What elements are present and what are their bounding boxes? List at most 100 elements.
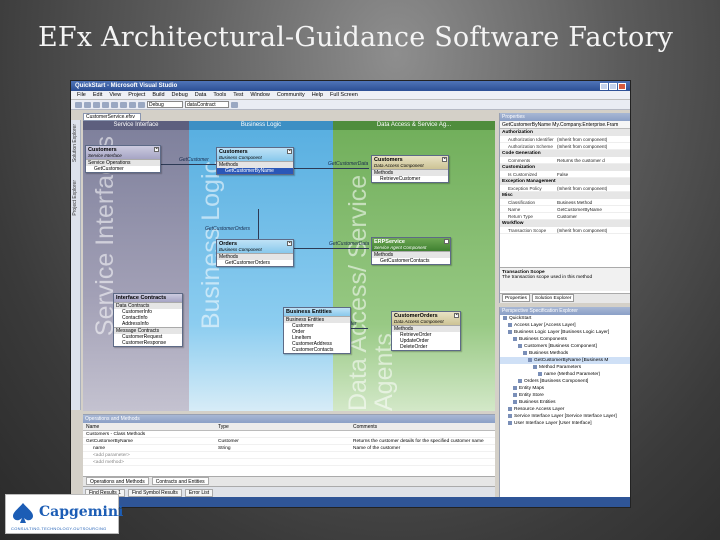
tree-node[interactable]: Method Parameters — [500, 364, 630, 371]
copy-icon[interactable] — [111, 101, 118, 108]
interface-contracts-shape[interactable]: Interface Contracts Data Contracts Custo… — [113, 293, 183, 347]
property-category[interactable]: Misc — [500, 192, 630, 199]
property-row[interactable]: Exception Policy (Inherit from component) — [500, 185, 630, 192]
entity-item[interactable]: CustomerContacts — [284, 347, 350, 353]
tree-node[interactable]: Business Logic Layer [Business Logic Lay… — [500, 329, 630, 336]
open-icon[interactable] — [84, 101, 91, 108]
section-header[interactable]: Methods — [372, 169, 448, 176]
menu-help[interactable]: Help — [312, 92, 323, 98]
document-tab[interactable]: CustomerService.efxv — [83, 113, 141, 121]
contract-item[interactable]: CustomerResponse — [114, 340, 182, 346]
start-debug-icon[interactable] — [138, 101, 145, 108]
method-item-selected[interactable]: GetCustomerByName — [217, 168, 293, 174]
erp-service-shape[interactable]: ERPService Service Agent Component ⌃ Metho… — [371, 237, 451, 265]
collapse-icon[interactable]: ⌃ — [454, 313, 459, 318]
table-row[interactable]: <add parameter> — [83, 452, 495, 459]
property-row[interactable]: Classification Business Method — [500, 199, 630, 206]
property-value[interactable]: Business Method — [555, 199, 630, 205]
property-row[interactable]: Return Type Customer — [500, 213, 630, 220]
tab-project-explorer[interactable]: Project Explorer — [72, 180, 78, 216]
save-icon[interactable] — [93, 101, 100, 108]
table-row[interactable]: GetCustomerByName Customer Returns the cus… — [83, 438, 495, 445]
customers-business-shape[interactable]: Customers Business Component ⌃ Methods Get… — [216, 147, 294, 175]
section-header[interactable]: Service Operations — [86, 159, 160, 166]
tree-node[interactable]: Service Interface Layer [Service Interfa… — [500, 413, 630, 420]
tree-node[interactable]: QuickStart — [500, 315, 630, 322]
menu-edit[interactable]: Edit — [93, 92, 102, 98]
menu-window[interactable]: Window — [250, 92, 270, 98]
property-category[interactable]: Authorization — [500, 129, 630, 136]
property-value[interactable]: Customer — [555, 213, 630, 219]
column-header-comments[interactable]: Comments — [350, 423, 495, 430]
menu-project[interactable]: Project — [128, 92, 145, 98]
tab-error-list[interactable]: Error List — [184, 488, 214, 497]
config-select[interactable]: Debug — [147, 101, 183, 108]
tree-node[interactable]: Business Entities — [500, 399, 630, 406]
method-item[interactable]: DeleteOrder — [392, 344, 460, 350]
menu-test[interactable]: Test — [233, 92, 243, 98]
method-item[interactable]: GetCustomerOrders — [217, 260, 293, 266]
operation-item[interactable]: GetCustomer — [86, 166, 160, 172]
section-header[interactable]: Methods — [372, 251, 450, 258]
find-combo[interactable]: dataContract — [185, 101, 229, 108]
tab-properties[interactable]: Properties — [502, 294, 530, 302]
menu-build[interactable]: Build — [152, 92, 164, 98]
section-header[interactable]: Data Contracts — [114, 302, 182, 309]
menu-tools[interactable]: Tools — [213, 92, 226, 98]
orders-business-shape[interactable]: Orders Business Component ⌃ Methods GetCus… — [216, 239, 294, 267]
property-value[interactable]: (Inherit from component) — [555, 143, 630, 149]
connector[interactable] — [293, 248, 369, 249]
section-header[interactable]: Methods — [217, 253, 293, 260]
table-row[interactable]: Customers - Class Methods — [83, 431, 495, 438]
menu-community[interactable]: Community — [277, 92, 305, 98]
property-value[interactable]: (Inherit from component) — [555, 185, 630, 191]
table-row[interactable]: <add method> — [83, 459, 495, 466]
property-value[interactable]: (Inherit from component) — [555, 227, 630, 233]
menu-file[interactable]: File — [77, 92, 86, 98]
tree-node[interactable]: Business Components — [500, 336, 630, 343]
property-category[interactable]: Code Generation — [500, 150, 630, 157]
property-row[interactable]: Comments Returns the customer d — [500, 157, 630, 164]
tab-contracts[interactable]: Contracts and Entities — [151, 477, 209, 485]
section-header[interactable]: Business Entities — [284, 316, 350, 323]
property-row[interactable]: Transaction Scope (Inherit from component… — [500, 227, 630, 234]
tree-node[interactable]: Entity Store — [500, 392, 630, 399]
collapse-icon[interactable]: ⌃ — [287, 149, 292, 154]
method-item[interactable]: GetCustomerContacts — [372, 258, 450, 264]
collapse-icon[interactable]: ⌃ — [287, 241, 292, 246]
tree-node[interactable]: Customers [Business Component] — [500, 343, 630, 350]
customers-service-shape[interactable]: Customers Service Interface ⌃ Service Oper… — [85, 145, 161, 173]
property-row[interactable]: Name GetCustomerByName — [500, 206, 630, 213]
tree-node[interactable]: User Interface Layer [User Interface] — [500, 420, 630, 427]
maximize-icon[interactable] — [609, 82, 617, 90]
connector[interactable] — [258, 209, 259, 239]
menu-view[interactable]: View — [109, 92, 121, 98]
property-category[interactable]: Customization — [500, 164, 630, 171]
tab-solution-explorer[interactable]: Solution Explorer — [531, 294, 575, 302]
collapse-icon[interactable]: ⌃ — [444, 239, 449, 244]
find-icon[interactable] — [231, 101, 238, 108]
section-header[interactable]: Methods — [392, 325, 460, 332]
business-entities-shape[interactable]: Business Entities Business Entities Cust… — [283, 307, 351, 354]
connector[interactable] — [293, 168, 369, 169]
customer-orders-shape[interactable]: CustomerOrders Data Access Component ⌃ Met… — [391, 311, 461, 351]
tree-node[interactable]: Entity Maps — [500, 385, 630, 392]
collapse-icon[interactable]: ⌃ — [154, 147, 159, 152]
customers-data-access-shape[interactable]: Customers Data Access Component ⌃ Methods … — [371, 155, 449, 183]
close-icon[interactable] — [618, 82, 626, 90]
menu-debug[interactable]: Debug — [172, 92, 188, 98]
property-value[interactable]: Returns the customer d — [555, 157, 630, 163]
property-value[interactable]: False — [555, 171, 630, 177]
tree-node[interactable]: Access Layer [Access Layer] — [500, 322, 630, 329]
minimize-icon[interactable] — [600, 82, 608, 90]
column-header-type[interactable]: Type — [215, 423, 350, 430]
tree-node[interactable]: name (Method Parameter) — [500, 371, 630, 378]
tree-node[interactable]: Resource Access Layer — [500, 406, 630, 413]
tab-operations[interactable]: Operations and Methods — [86, 477, 149, 485]
method-item[interactable]: RetrieveCustomer — [372, 176, 448, 182]
section-header[interactable]: Methods — [217, 161, 293, 168]
tab-find-symbol[interactable]: Find Symbol Results — [127, 488, 182, 497]
property-row[interactable]: Authorization Identifier (Inherit from co… — [500, 136, 630, 143]
table-row[interactable]: name String Name of the customer — [83, 445, 495, 452]
property-row[interactable]: Authorization Scheme (Inherit from compon… — [500, 143, 630, 150]
